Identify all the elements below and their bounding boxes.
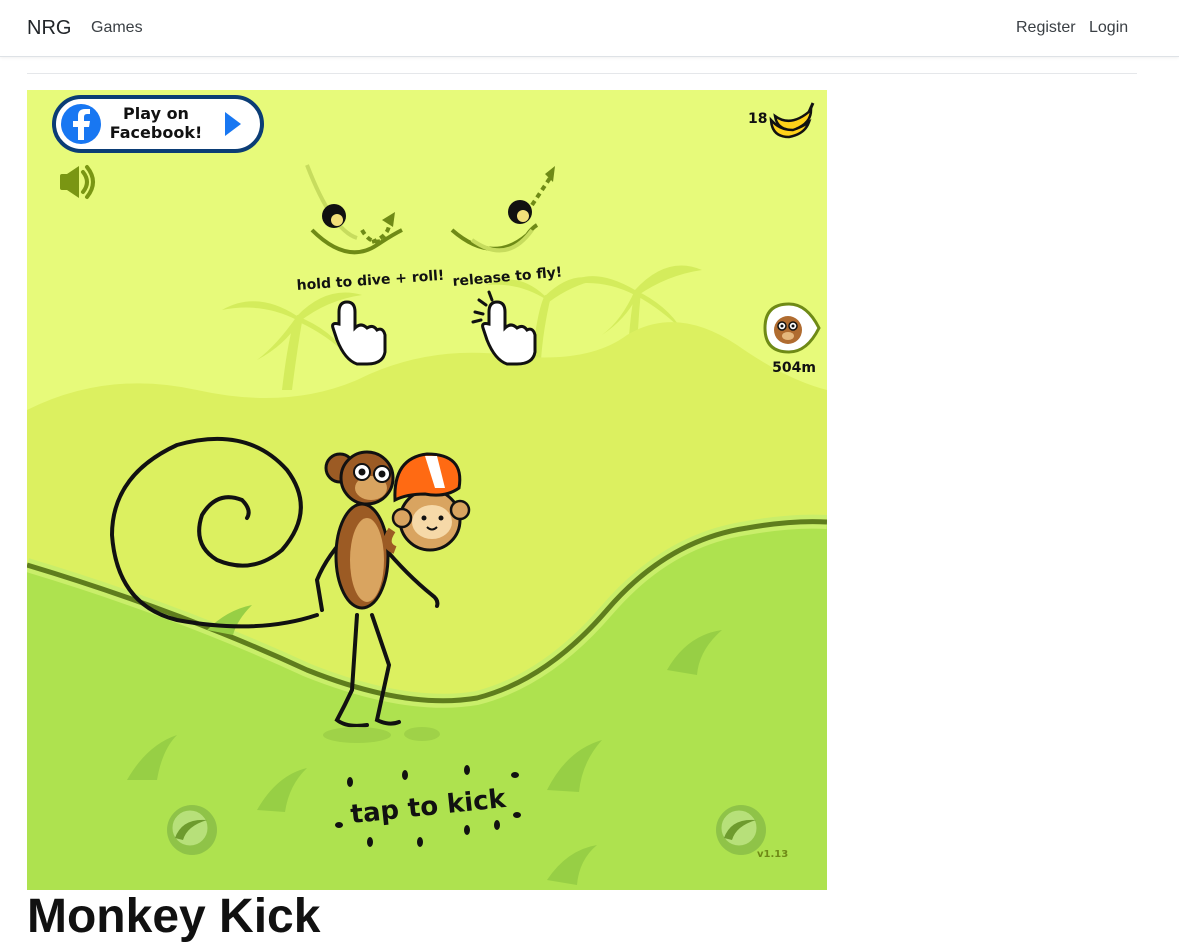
nav-register-link[interactable]: Register <box>1016 19 1076 37</box>
nav-login-link[interactable]: Login <box>1089 19 1128 37</box>
facebook-button-line1: Play on <box>123 104 189 123</box>
play-on-facebook-button[interactable]: Play on Facebook! <box>52 95 264 153</box>
page-title: Monkey Kick <box>27 890 321 943</box>
game-canvas[interactable]: hold to dive + roll! release to fly! Pla… <box>27 90 827 890</box>
facebook-button-line2: Facebook! <box>110 123 203 142</box>
top-navbar: NRG Games Register Login <box>0 0 1179 57</box>
left-bumper-icon <box>167 805 217 855</box>
right-bumper-icon <box>716 805 766 855</box>
content-divider <box>27 73 1137 74</box>
banana-count: 18 <box>748 111 767 127</box>
distance-label: 504m <box>772 360 816 376</box>
version-label: v1.13 <box>757 849 788 860</box>
nav-games-link[interactable]: Games <box>91 19 143 37</box>
brand-logo-link[interactable]: NRG <box>27 17 71 40</box>
